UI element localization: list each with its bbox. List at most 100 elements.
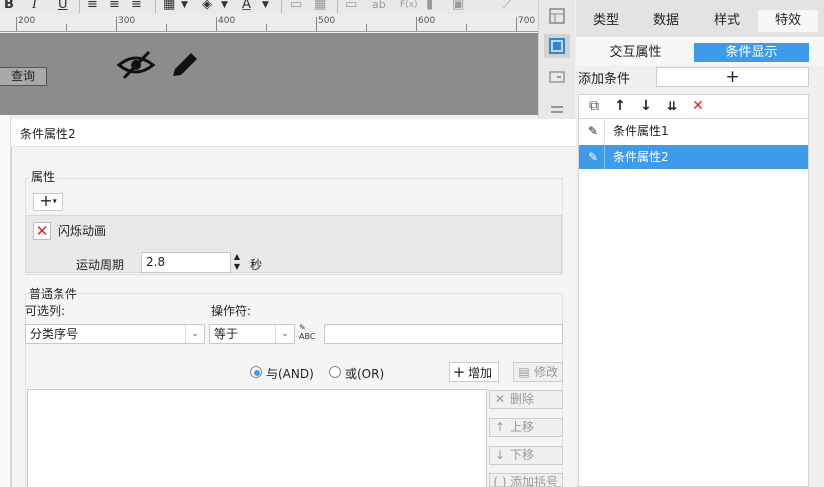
bracket-icon: ( ) [493, 475, 507, 487]
tab-style[interactable]: 样式 [697, 10, 757, 32]
ruler-label: 300 [118, 16, 136, 26]
property-tabs: 类型 数据 样式 特效 [576, 0, 824, 37]
text-field-icon[interactable]: ▭ [345, 0, 357, 12]
dialog-title-bar: 条件属性2 [11, 119, 576, 147]
cell-props-icon[interactable] [547, 6, 567, 26]
widget-props-tab[interactable] [544, 34, 570, 58]
attributes-label: 属性 [29, 168, 58, 185]
design-canvas[interactable] [0, 33, 538, 115]
list-item[interactable]: ✎ 条件属性2 [579, 145, 808, 169]
table-icon[interactable]: ▦ [314, 0, 326, 12]
align-left-icon[interactable]: ≡ [87, 0, 98, 12]
italic-button[interactable]: I [32, 0, 37, 12]
list-item[interactable]: ✎ 条件属性1 [579, 119, 808, 143]
operator-value: 等于 [214, 327, 239, 341]
ruler-tick [66, 24, 67, 31]
period-input[interactable]: 2.8 [141, 252, 231, 273]
eye-hidden-icon[interactable] [116, 49, 156, 81]
delete-icon[interactable]: ✕ [689, 97, 707, 115]
border-icon[interactable]: ▦ [163, 0, 175, 12]
delete-button[interactable]: ✕ 删除 [489, 390, 563, 409]
subtab-interaction[interactable]: 交互属性 [578, 43, 693, 62]
chevron-down-icon: ⌄ [275, 325, 294, 343]
ruler-tick [116, 17, 117, 31]
arrow-down-icon[interactable]: ↓ [637, 97, 655, 115]
add-condition-label: 添加条件 [578, 72, 631, 87]
merge-cells-icon[interactable]: ▭ [290, 0, 302, 12]
operator-select[interactable]: 等于 ⌄ [209, 324, 295, 344]
delete-label: 删除 [510, 392, 535, 406]
subtab-condition-display[interactable]: 条件显示 [694, 43, 809, 62]
toolbar-divider [281, 0, 282, 13]
underline-button[interactable]: U [58, 0, 68, 12]
format-toolbar: B I U ≡ ≡ ≡ ▦ ▼ ◈ ▼ A ▼ ▭ ▦ ▭ ab F(x) ▮ … [0, 0, 538, 14]
or-radio[interactable] [329, 366, 341, 378]
add-attribute-button[interactable]: +▾ [33, 193, 63, 211]
ruler-label: 200 [18, 16, 36, 26]
move-up-label: 上移 [510, 420, 535, 434]
fill-color-icon[interactable]: ◈ [202, 0, 212, 12]
add-bracket-label: 添加括号 [510, 475, 559, 487]
align-center-icon[interactable]: ≡ [109, 0, 120, 12]
ruler-tick [416, 17, 417, 31]
bold-button[interactable]: B [4, 0, 14, 12]
image-icon[interactable]: ▣ [452, 0, 464, 12]
chevron-down-icon: ⌄ [185, 325, 204, 343]
bar-chart-icon[interactable]: ▮ [426, 0, 433, 12]
chevron-down-icon: ▾ [52, 196, 57, 206]
period-label: 运动周期 [76, 258, 125, 272]
ruler-label: 600 [418, 16, 436, 26]
pencil-icon[interactable] [169, 50, 201, 80]
chevron-down-icon[interactable]: ▼ [221, 0, 228, 10]
condition-expression-list[interactable] [27, 389, 487, 487]
slash-icon[interactable]: ⟋ [503, 0, 512, 12]
condition-list: ✎ 条件属性1 ✎ 条件属性2 [578, 118, 809, 487]
ruler-tick [366, 24, 367, 31]
chevron-down-icon[interactable]: ▼ [262, 0, 269, 10]
remove-attribute-button[interactable]: ✕ [33, 222, 51, 240]
add-condition-button[interactable]: + [656, 67, 809, 87]
move-bottom-icon[interactable]: ⇊ [663, 97, 681, 115]
add-condition-row-button[interactable]: + 增加 [449, 362, 499, 382]
effects-subtabs: 交互属性 条件显示 [576, 37, 824, 65]
spellcheck-icon[interactable]: ✎ ABC [299, 323, 321, 343]
tab-data[interactable]: 数据 [636, 10, 696, 32]
copy-icon[interactable]: ⧉ [585, 97, 603, 115]
formula-button[interactable]: F(x) [400, 0, 418, 10]
horizontal-ruler: 200 300 400 500 600 700 [0, 14, 538, 32]
period-stepper[interactable]: ▲ ▼ [231, 252, 243, 273]
and-radio[interactable] [250, 366, 262, 378]
move-up-button[interactable]: ↑ 上移 [489, 418, 563, 437]
text-color-button[interactable]: A [242, 0, 251, 12]
arrow-up-icon[interactable]: ↑ [611, 97, 629, 115]
column-select[interactable]: 分类序号 ⌄ [25, 324, 205, 344]
arrow-down-icon: ↓ [494, 448, 506, 462]
ruler-tick [16, 17, 17, 31]
form-icon[interactable] [547, 67, 567, 87]
condition-value-input[interactable] [324, 324, 563, 344]
close-icon: ✕ [494, 392, 506, 406]
tab-type[interactable]: 类型 [576, 10, 636, 32]
ruler-tick [216, 17, 217, 31]
ruler-label: 700 [518, 16, 536, 26]
ruler-tick [166, 24, 167, 31]
list-icon[interactable] [547, 101, 567, 121]
divider [604, 119, 605, 143]
ruler-label: 400 [218, 16, 236, 26]
stepper-up-icon[interactable]: ▲ [231, 252, 243, 262]
condition-toolbar: ⧉ ↑ ↓ ⇊ ✕ [578, 94, 809, 118]
optional-column-label: 可选列: [25, 304, 66, 318]
pencil-icon: ✎ [587, 124, 599, 138]
add-bracket-button[interactable]: ( ) 添加括号 [489, 473, 563, 487]
insert-text-button[interactable]: ab [372, 0, 386, 11]
modify-label: 修改 [534, 365, 559, 379]
tab-effects[interactable]: 特效 [758, 10, 818, 32]
move-down-button[interactable]: ↓ 下移 [489, 446, 563, 465]
chevron-down-icon[interactable]: ▼ [181, 0, 188, 10]
align-right-icon[interactable]: ≡ [131, 0, 142, 12]
pencil-icon: ✎ [587, 150, 599, 164]
modify-button[interactable]: ▤ 修改 [513, 362, 563, 382]
ruler-label: 500 [318, 16, 336, 26]
query-button[interactable]: 查询 [0, 67, 47, 86]
stepper-down-icon[interactable]: ▼ [231, 262, 243, 272]
